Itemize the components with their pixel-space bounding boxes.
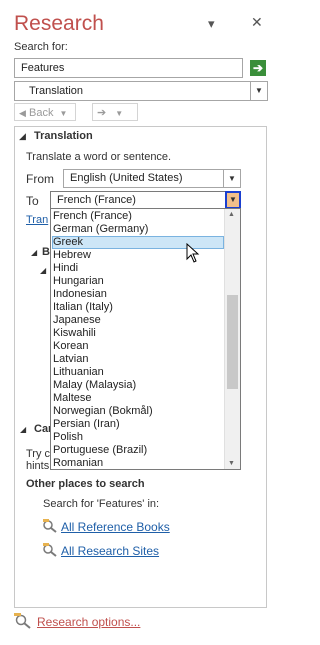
all-research-sites-link[interactable]: All Research Sites [61,544,159,558]
collapse-cant-find-icon[interactable]: ◢ [20,425,26,434]
language-option[interactable]: Lithuanian [53,366,225,379]
to-language-dropdown-button[interactable]: ▼ [225,191,241,209]
translation-options-link[interactable]: Tran [26,214,48,226]
scroll-down-icon[interactable]: ▼ [228,460,235,467]
tree-subcollapse-icon[interactable]: ◢ [40,266,46,275]
language-option[interactable]: Hungarian [53,275,225,288]
forward-arrow-icon: ➔ [97,107,107,119]
language-option[interactable]: Italian (Italy) [53,301,225,314]
to-language-value: French (France) [57,194,136,206]
language-option[interactable]: Korean [53,340,225,353]
language-option[interactable]: Persian (Iran) [53,418,225,431]
research-options-link[interactable]: Research options... [37,615,140,629]
reference-service-select[interactable]: Translation ▼ [14,81,268,101]
translation-heading: Translation [34,130,93,142]
other-places-heading: Other places to search [26,478,145,490]
language-option[interactable]: Norwegian (Bokmål) [53,405,225,418]
translation-description: Translate a word or sentence. [26,151,172,163]
forward-dropdown-icon: ▼ [115,109,124,118]
tree-b-label: B [42,246,50,258]
language-option[interactable]: Polish [53,431,225,444]
research-options-icon [14,613,32,629]
search-input[interactable]: Features [14,58,243,78]
language-option[interactable]: Romanian [53,457,225,469]
reference-service-value: Translation [29,85,84,97]
from-language-select[interactable]: English (United States) ▼ [63,169,241,188]
scroll-thumb[interactable] [227,295,238,389]
close-icon[interactable]: ✕ [251,14,263,31]
language-option[interactable]: Malay (Malaysia) [53,379,225,392]
language-option[interactable]: French (France) [53,210,225,223]
search-for-in-text: Search for 'Features' in: [43,498,160,510]
forward-button[interactable]: ➔ ▼ [92,103,138,121]
all-reference-books-link[interactable]: All Reference Books [61,520,170,534]
scroll-up-icon[interactable]: ▲ [228,211,235,218]
collapse-translation-icon[interactable]: ◢ [19,131,26,142]
pane-options-chevron-icon[interactable]: ▾ [208,16,215,32]
from-label: From [26,172,54,186]
tree-collapse-icon[interactable]: ◢ [31,248,37,257]
back-arrow-icon: ◀ [19,108,26,118]
language-option[interactable]: Latvian [53,353,225,366]
dropdown-scrollbar[interactable]: ▲ ▼ [224,209,240,469]
chevron-down-icon[interactable]: ▼ [223,170,240,187]
back-button[interactable]: ◀ Back ▼ [14,103,76,121]
research-sites-icon [42,543,58,557]
reference-books-icon [42,519,58,533]
language-option[interactable]: Portuguese (Brazil) [53,444,225,457]
language-option[interactable]: Kiswahili [53,327,225,340]
language-option[interactable]: German (Germany) [53,223,225,236]
hints-text: hints [26,460,50,472]
from-language-value: English (United States) [70,172,183,184]
search-for-label: Search for: [14,41,68,53]
chevron-down-icon[interactable]: ▼ [250,82,267,100]
to-language-select[interactable]: French (France) [50,191,241,209]
language-dropdown-list[interactable]: French (France) German (Germany) Greek Hebr… [50,208,241,470]
pane-title: Research [14,12,104,35]
try-text: Try c [26,448,51,460]
mouse-cursor-icon [186,242,200,266]
back-dropdown-icon: ▼ [59,109,68,118]
language-option[interactable]: Indonesian [53,288,225,301]
language-option[interactable]: Maltese [53,392,225,405]
back-label: Back [28,107,54,119]
language-option[interactable]: Japanese [53,314,225,327]
to-label: To [26,194,39,208]
start-search-button[interactable]: ➔ [250,60,266,76]
